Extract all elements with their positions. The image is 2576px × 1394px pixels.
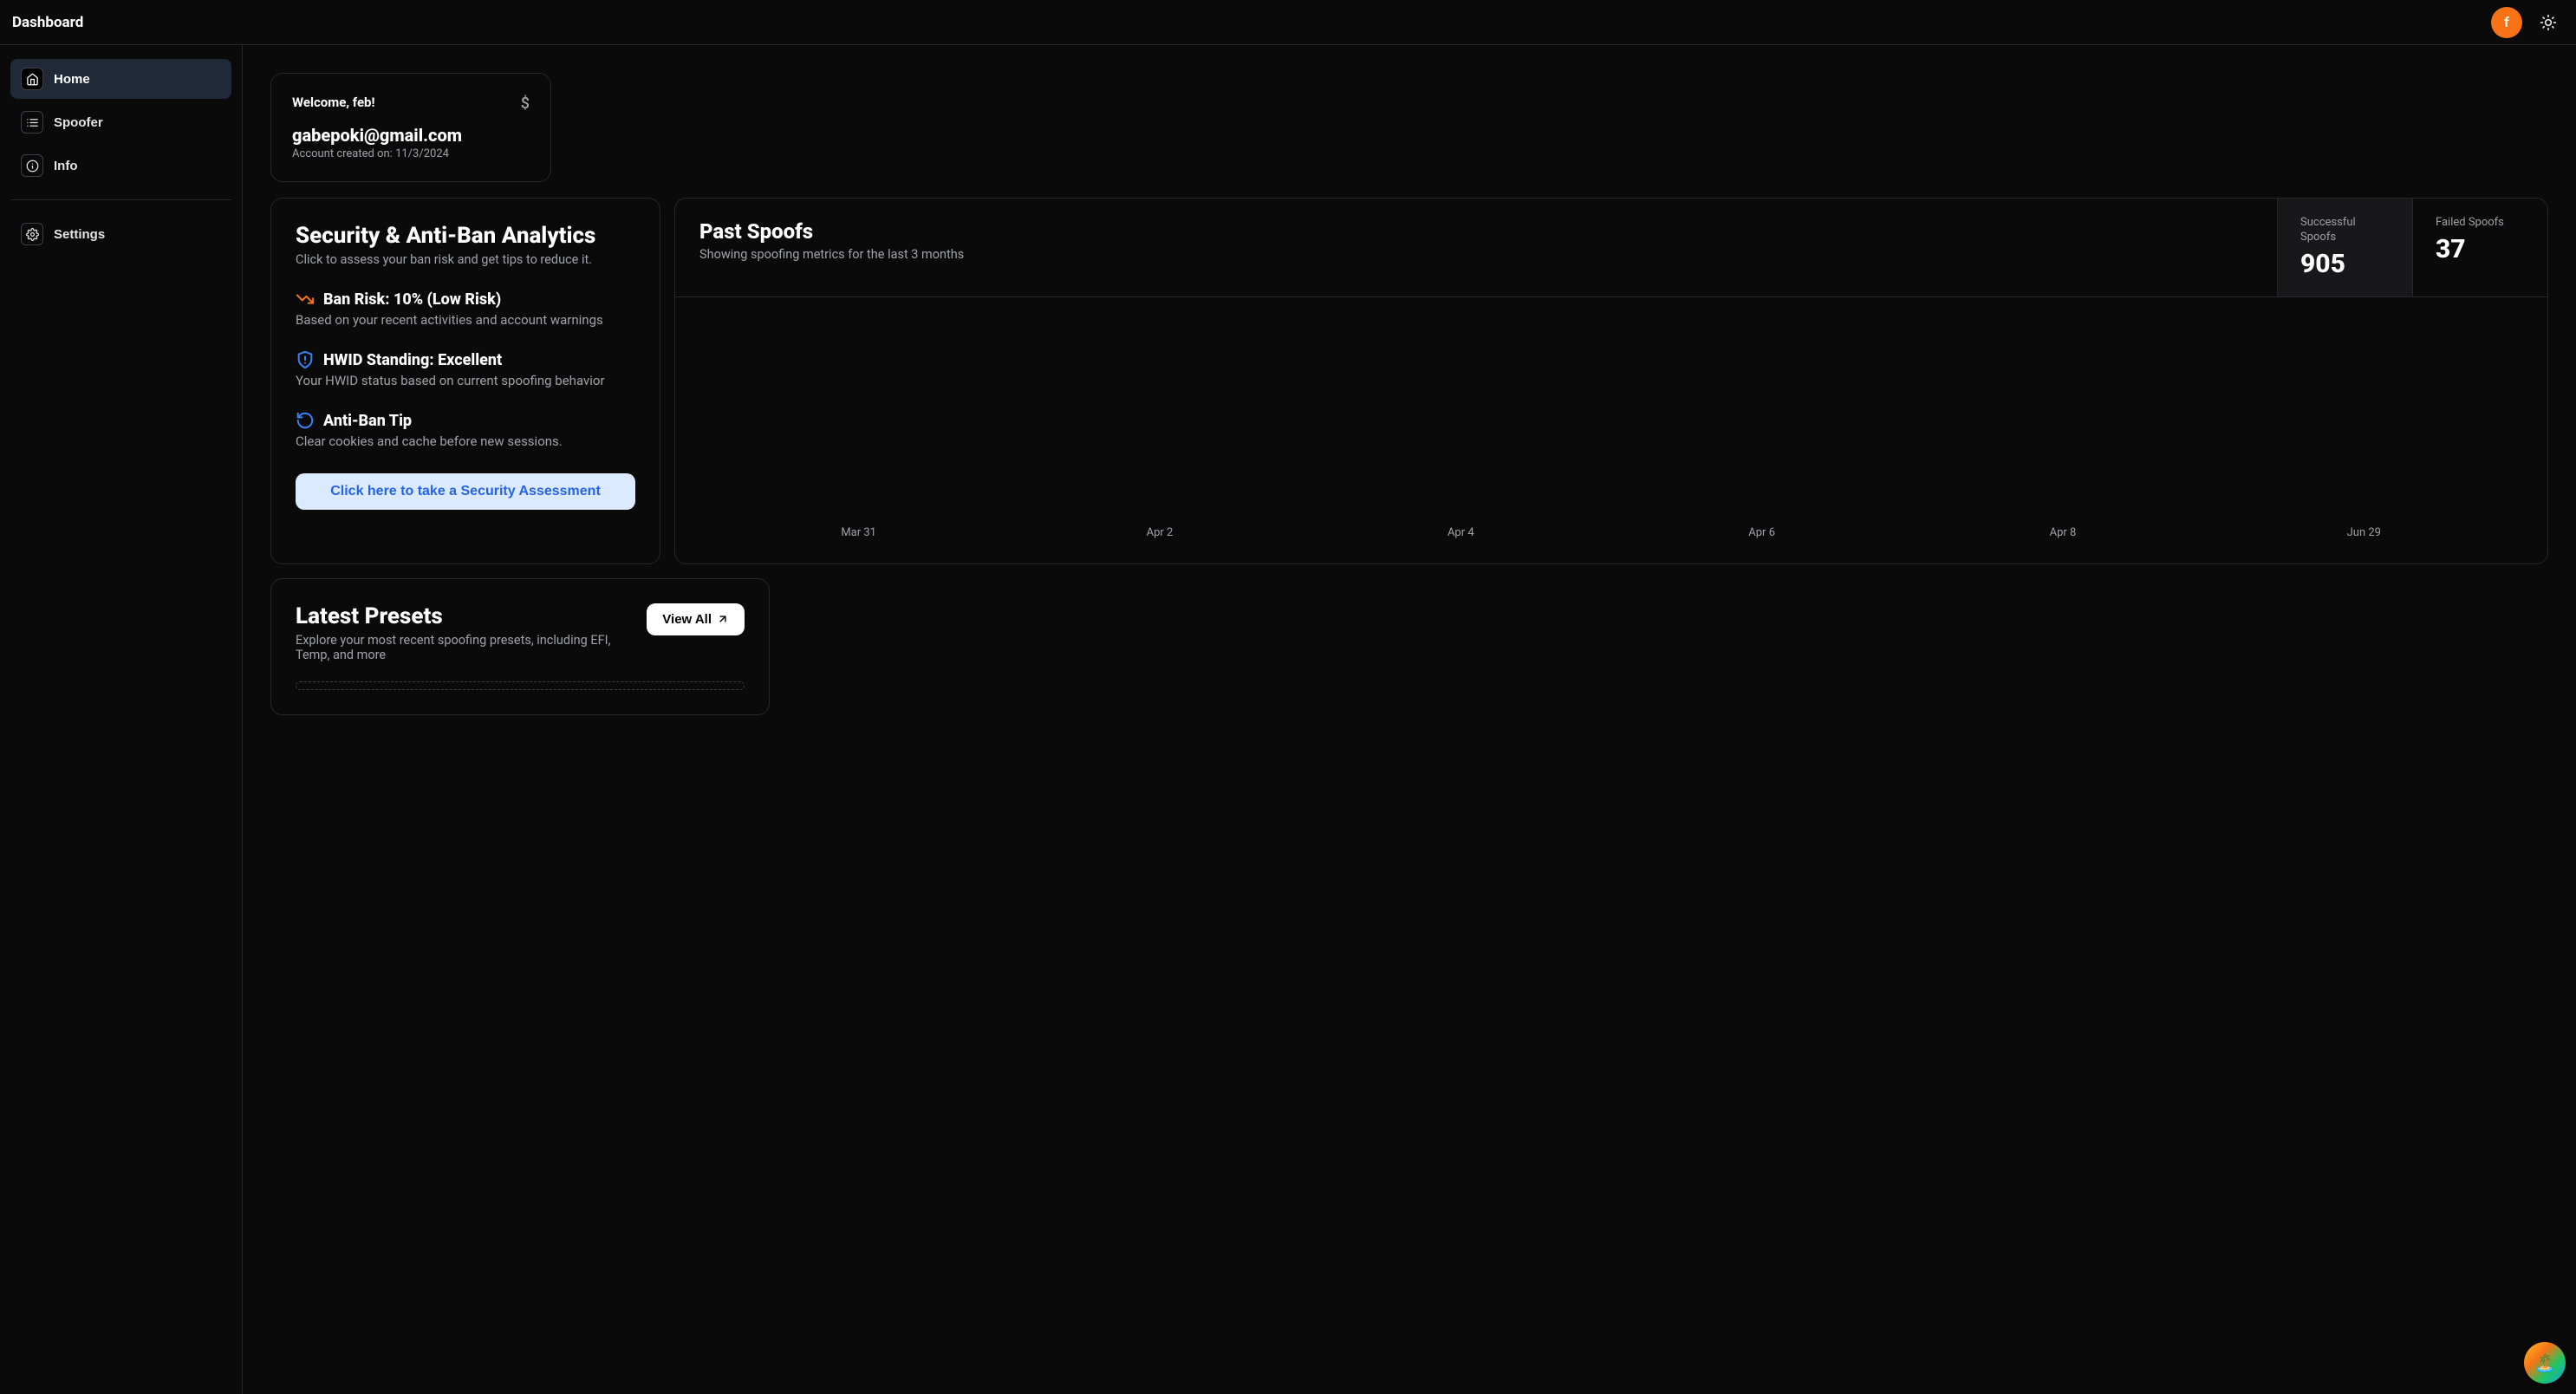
avatar[interactable]: f (2491, 7, 2522, 38)
topbar-actions: f (2491, 7, 2564, 38)
welcome-greeting: Welcome, feb! (292, 94, 375, 110)
floating-badge[interactable]: 🏝️ (2524, 1342, 2566, 1384)
sun-icon (2540, 14, 2557, 31)
stat-value: 905 (2300, 249, 2390, 279)
hwid-desc: Your HWID status based on current spoofi… (296, 373, 635, 388)
home-icon (21, 68, 43, 90)
theme-toggle-button[interactable] (2533, 7, 2564, 38)
ban-risk-desc: Based on your recent activities and acco… (296, 312, 635, 328)
view-all-button[interactable]: View All (647, 603, 745, 635)
view-all-label: View All (662, 612, 712, 627)
shield-alert-icon (296, 350, 315, 369)
security-subtitle: Click to assess your ban risk and get ti… (296, 252, 635, 267)
security-assessment-button[interactable]: Click here to take a Security Assessment (296, 473, 635, 510)
latest-presets-card: Latest Presets Explore your most recent … (270, 578, 770, 715)
welcome-card: Welcome, feb! $ gabepoki@gmail.com Accou… (270, 73, 551, 182)
refresh-icon (296, 411, 315, 430)
stat-label: Successful Spoofs (2300, 216, 2370, 245)
security-title: Security & Anti-Ban Analytics (296, 223, 635, 249)
x-tick: Jun 29 (2214, 526, 2514, 539)
spoofs-chart: Mar 31Apr 2Apr 4Apr 6Apr 8Jun 29 (675, 297, 2547, 563)
list-icon (21, 111, 43, 134)
sidebar-item-info[interactable]: Info (10, 146, 231, 186)
spoofs-header: Past Spoofs Showing spoofing metrics for… (675, 199, 2547, 297)
x-tick: Apr 2 (1009, 526, 1310, 539)
info-icon (21, 154, 43, 177)
palm-tree-icon: 🏝️ (2534, 1352, 2556, 1373)
preset-placeholder (296, 681, 745, 690)
presets-title: Latest Presets (296, 603, 629, 629)
sidebar-item-label: Home (54, 72, 90, 87)
sidebar: Home Spoofer Info Settings (0, 45, 243, 1394)
arrow-up-right-icon (717, 613, 729, 625)
page-title: Dashboard (12, 14, 83, 31)
security-card: Security & Anti-Ban Analytics Click to a… (270, 198, 660, 564)
hwid-title: HWID Standing: Excellent (323, 351, 502, 369)
x-tick: Apr 6 (1611, 526, 1912, 539)
stat-failed-spoofs[interactable]: Failed Spoofs 37 (2412, 199, 2547, 296)
presets-subtitle: Explore your most recent spoofing preset… (296, 633, 629, 662)
tip-title: Anti-Ban Tip (323, 412, 412, 430)
x-tick: Apr 8 (1912, 526, 2213, 539)
sidebar-item-home[interactable]: Home (10, 59, 231, 99)
sidebar-item-label: Spoofer (54, 115, 103, 130)
sidebar-item-label: Info (54, 159, 78, 173)
topbar: Dashboard f (0, 0, 2576, 45)
sidebar-item-settings[interactable]: Settings (10, 214, 231, 254)
sidebar-item-spoofer[interactable]: Spoofer (10, 102, 231, 142)
main-content: Welcome, feb! $ gabepoki@gmail.com Accou… (243, 45, 2576, 1394)
account-email: gabepoki@gmail.com (292, 125, 530, 146)
currency-symbol: $ (521, 94, 530, 113)
spoofs-title: Past Spoofs (699, 219, 2253, 244)
account-created: Account created on: 11/3/2024 (292, 147, 530, 160)
trending-down-icon (296, 290, 315, 309)
avatar-letter: f (2504, 14, 2509, 30)
gear-icon (21, 223, 43, 245)
past-spoofs-card: Past Spoofs Showing spoofing metrics for… (674, 198, 2548, 564)
spoofs-subtitle: Showing spoofing metrics for the last 3 … (699, 247, 2253, 262)
tip-desc: Clear cookies and cache before new sessi… (296, 433, 635, 449)
stat-label: Failed Spoofs (2436, 216, 2525, 231)
sidebar-divider (10, 199, 231, 200)
stat-successful-spoofs[interactable]: Successful Spoofs 905 (2277, 199, 2412, 296)
x-tick: Apr 4 (1311, 526, 1611, 539)
sidebar-item-label: Settings (54, 227, 105, 242)
stat-value: 37 (2436, 234, 2525, 264)
ban-risk-title: Ban Risk: 10% (Low Risk) (323, 290, 501, 309)
x-tick: Mar 31 (708, 526, 1009, 539)
